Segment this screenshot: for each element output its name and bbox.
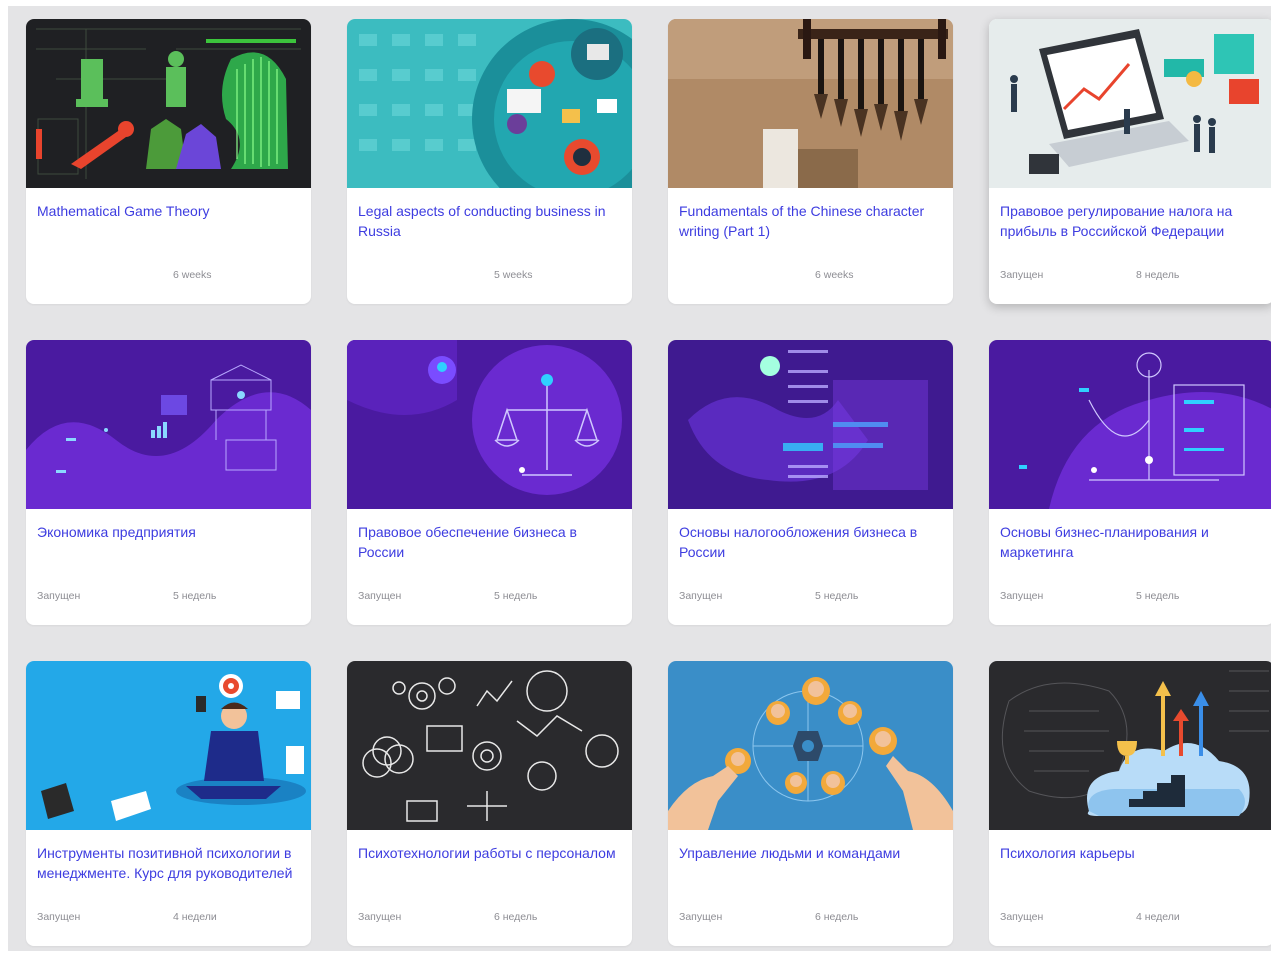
course-card[interactable]: Инструменты позитивной психологии в мене… (26, 661, 311, 946)
course-duration: 8 недель (1136, 269, 1180, 281)
course-image (668, 661, 953, 830)
course-status: Запущен (37, 911, 81, 923)
course-status: Запущен (1000, 269, 1044, 281)
course-duration: 4 недели (173, 911, 217, 923)
course-image (26, 661, 311, 830)
course-card[interactable]: Психотехнологии работы с персоналом Запу… (347, 661, 632, 946)
course-title[interactable]: Инструменты позитивной психологии в мене… (37, 844, 303, 883)
course-card[interactable]: Психология карьеры Запущен 4 недели (989, 661, 1271, 946)
course-card[interactable]: Основы бизнес-планирования и маркетинга … (989, 340, 1271, 625)
course-image (347, 19, 632, 188)
course-title[interactable]: Mathematical Game Theory (37, 202, 303, 222)
course-status: Запущен (679, 911, 723, 923)
course-status: Запущен (1000, 911, 1044, 923)
course-status: Запущен (1000, 590, 1044, 602)
course-card[interactable]: Правовое регулирование налога на прибыль… (989, 19, 1271, 304)
course-title[interactable]: Психотехнологии работы с персоналом (358, 844, 624, 864)
course-card[interactable]: Управление людьми и командами Запущен 6 … (668, 661, 953, 946)
course-image (347, 661, 632, 830)
course-image (347, 340, 632, 509)
course-image (989, 340, 1271, 509)
course-title[interactable]: Экономика предприятия (37, 523, 303, 543)
course-grid: Mathematical Game Theory 6 weeks Legal a… (26, 19, 1271, 946)
course-duration: 4 недели (1136, 911, 1180, 923)
course-title[interactable]: Fundamentals of the Chinese character wr… (679, 202, 945, 241)
course-image (26, 19, 311, 188)
course-duration: 6 недель (815, 911, 859, 923)
catalog-background: Mathematical Game Theory 6 weeks Legal a… (8, 6, 1271, 951)
course-duration: 6 weeks (815, 269, 854, 281)
course-duration: 6 weeks (173, 269, 212, 281)
course-image (668, 340, 953, 509)
course-duration: 6 недель (494, 911, 538, 923)
course-title[interactable]: Legal aspects of conducting business in … (358, 202, 624, 241)
course-card[interactable]: Экономика предприятия Запущен 5 недель (26, 340, 311, 625)
course-status: Запущен (358, 590, 402, 602)
course-title[interactable]: Основы бизнес-планирования и маркетинга (1000, 523, 1266, 562)
course-title[interactable]: Основы налогообложения бизнеса в России (679, 523, 945, 562)
course-card[interactable]: Правовое обеспечение бизнеса в России За… (347, 340, 632, 625)
course-duration: 5 weeks (494, 269, 533, 281)
course-title[interactable]: Правовое обеспечение бизнеса в России (358, 523, 624, 562)
course-duration: 5 недель (1136, 590, 1180, 602)
course-status: Запущен (37, 590, 81, 602)
course-image (26, 340, 311, 509)
course-image (989, 19, 1271, 188)
course-title[interactable]: Управление людьми и командами (679, 844, 945, 864)
course-card[interactable]: Основы налогообложения бизнеса в России … (668, 340, 953, 625)
course-duration: 5 недель (494, 590, 538, 602)
course-card[interactable]: Legal aspects of conducting business in … (347, 19, 632, 304)
course-image (668, 19, 953, 188)
course-title[interactable]: Правовое регулирование налога на прибыль… (1000, 202, 1266, 241)
course-status: Запущен (679, 590, 723, 602)
course-image (989, 661, 1271, 830)
course-duration: 5 недель (173, 590, 217, 602)
course-status: Запущен (358, 911, 402, 923)
course-duration: 5 недель (815, 590, 859, 602)
course-card[interactable]: Fundamentals of the Chinese character wr… (668, 19, 953, 304)
course-title[interactable]: Психология карьеры (1000, 844, 1266, 864)
course-card[interactable]: Mathematical Game Theory 6 weeks (26, 19, 311, 304)
